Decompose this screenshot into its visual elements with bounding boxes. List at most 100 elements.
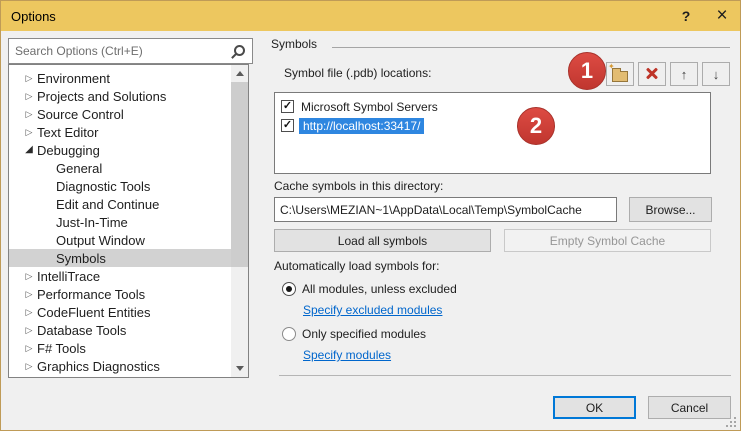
radio-unselected-icon: [282, 327, 296, 341]
search-input[interactable]: [9, 39, 252, 63]
annotation-badge-1: 1: [568, 52, 606, 90]
tree-item-f-tools[interactable]: ▷F# Tools: [9, 339, 231, 357]
symbol-location-label: Microsoft Symbol Servers: [301, 100, 438, 114]
ok-button[interactable]: OK: [553, 396, 636, 419]
scroll-up-button[interactable]: [231, 65, 248, 82]
tree-item-label: CodeFluent Entities: [37, 305, 150, 320]
close-button[interactable]: ×: [706, 1, 738, 31]
tree-item-general[interactable]: General: [9, 159, 231, 177]
load-all-symbols-button[interactable]: Load all symbols: [274, 229, 491, 252]
scrollbar-thumb[interactable]: [231, 82, 248, 267]
specify-modules-link[interactable]: Specify modules: [303, 348, 391, 362]
tree-item-text-editor[interactable]: ▷Text Editor: [9, 123, 231, 141]
tree-item-label: IntelliTrace: [37, 269, 100, 284]
tree-item-edit-and-continue[interactable]: Edit and Continue: [9, 195, 231, 213]
tree-item-output-window[interactable]: Output Window: [9, 231, 231, 249]
radio-only-specified-modules[interactable]: Only specified modules: [282, 327, 426, 341]
tree-item-label: F# Tools: [37, 341, 86, 356]
specify-excluded-modules-link[interactable]: Specify excluded modules: [303, 303, 442, 317]
checkbox-checked-icon[interactable]: ✓: [281, 119, 294, 132]
expand-expanded-icon[interactable]: ◢: [23, 141, 35, 159]
expand-collapsed-icon[interactable]: ▷: [23, 357, 35, 375]
scroll-down-button[interactable]: [231, 360, 248, 377]
tree-item-source-control[interactable]: ▷Source Control: [9, 105, 231, 123]
tree-item-environment[interactable]: ▷Environment: [9, 69, 231, 87]
tree-item-html-designer[interactable]: ▷HTML Designer: [9, 375, 231, 377]
close-icon: ×: [716, 5, 727, 27]
cache-directory-label: Cache symbols in this directory:: [274, 179, 443, 193]
window-title: Options: [11, 9, 56, 24]
tree-item-label: Output Window: [56, 233, 145, 248]
tree-item-label: Diagnostic Tools: [56, 179, 150, 194]
tree-item-graphics-diagnostics[interactable]: ▷Graphics Diagnostics: [9, 357, 231, 375]
browse-button[interactable]: Browse...: [629, 197, 712, 222]
expand-collapsed-icon[interactable]: ▷: [23, 285, 35, 303]
tree-item-label: Debugging: [37, 143, 100, 158]
new-folder-icon: [612, 71, 628, 82]
radio-only-specified-label: Only specified modules: [302, 327, 426, 341]
radio-all-modules[interactable]: All modules, unless excluded: [282, 282, 457, 296]
tree-scrollbar[interactable]: [231, 65, 248, 377]
cancel-button[interactable]: Cancel: [648, 396, 731, 419]
add-symbol-location-button[interactable]: [606, 62, 634, 86]
expand-collapsed-icon[interactable]: ▷: [23, 105, 35, 123]
expand-collapsed-icon[interactable]: ▷: [23, 339, 35, 357]
scroll-down-icon: [236, 366, 244, 371]
delete-icon: [645, 67, 659, 81]
tree-item-label: HTML Designer: [37, 377, 128, 378]
expand-collapsed-icon[interactable]: ▷: [23, 87, 35, 105]
down-arrow-icon: ↓: [713, 68, 720, 81]
symbol-location-row[interactable]: ✓ Microsoft Symbol Servers: [275, 97, 710, 116]
tree-item-just-in-time[interactable]: Just-In-Time: [9, 213, 231, 231]
options-dialog: Options ? × ▷Environment▷Projects and So…: [0, 0, 741, 431]
move-up-button[interactable]: ↑: [670, 62, 698, 86]
title-bar[interactable]: Options ? ×: [1, 1, 740, 31]
delete-symbol-location-button[interactable]: [638, 62, 666, 86]
move-down-button[interactable]: ↓: [702, 62, 730, 86]
tree-item-label: Graphics Diagnostics: [37, 359, 160, 374]
expand-collapsed-icon[interactable]: ▷: [23, 375, 35, 377]
bottom-separator: [279, 375, 731, 376]
symbol-locations-list: ✓ Microsoft Symbol Servers ✓http://localho…: [274, 92, 711, 174]
tree-item-label: Projects and Solutions: [37, 89, 166, 104]
tree-item-label: Environment: [37, 71, 110, 86]
symbol-location-row[interactable]: ✓http://localhost:33417/: [275, 116, 710, 135]
tree-item-performance-tools[interactable]: ▷Performance Tools: [9, 285, 231, 303]
help-button[interactable]: ?: [670, 1, 702, 31]
tree-item-symbols[interactable]: Symbols: [9, 249, 231, 267]
expand-collapsed-icon[interactable]: ▷: [23, 123, 35, 141]
empty-symbol-cache-button[interactable]: Empty Symbol Cache: [504, 229, 711, 252]
tree-item-label: Just-In-Time: [56, 215, 128, 230]
tree-item-label: Symbols: [56, 251, 106, 266]
tree-item-debugging[interactable]: ◢Debugging: [9, 141, 231, 159]
tree-item-projects-and-solutions[interactable]: ▷Projects and Solutions: [9, 87, 231, 105]
tree-item-label: Database Tools: [37, 323, 126, 338]
expand-collapsed-icon[interactable]: ▷: [23, 69, 35, 87]
tree-item-intellitrace[interactable]: ▷IntelliTrace: [9, 267, 231, 285]
tree-item-codefluent-entities[interactable]: ▷CodeFluent Entities: [9, 303, 231, 321]
tree-item-database-tools[interactable]: ▷Database Tools: [9, 321, 231, 339]
tree-item-label: Performance Tools: [37, 287, 145, 302]
tree-item-label: Source Control: [37, 107, 124, 122]
options-tree: ▷Environment▷Projects and Solutions▷Sour…: [9, 65, 231, 377]
symbols-group-title: Symbols: [271, 37, 317, 51]
options-tree-box: ▷Environment▷Projects and Solutions▷Sour…: [8, 64, 249, 378]
radio-selected-icon: [282, 282, 296, 296]
expand-collapsed-icon[interactable]: ▷: [23, 267, 35, 285]
tree-item-diagnostic-tools[interactable]: Diagnostic Tools: [9, 177, 231, 195]
cache-directory-input[interactable]: [274, 197, 617, 222]
group-rule: [332, 47, 730, 48]
expand-collapsed-icon[interactable]: ▷: [23, 321, 35, 339]
radio-all-modules-label: All modules, unless excluded: [302, 282, 457, 296]
search-icon[interactable]: [232, 45, 246, 59]
scroll-up-icon: [236, 71, 244, 76]
expand-collapsed-icon[interactable]: ▷: [23, 303, 35, 321]
tree-item-label: Edit and Continue: [56, 197, 159, 212]
help-icon: ?: [682, 8, 691, 24]
tree-item-label: General: [56, 161, 102, 176]
checkbox-checked-icon[interactable]: ✓: [281, 100, 294, 113]
annotation-badge-2: 2: [517, 107, 555, 145]
auto-load-label: Automatically load symbols for:: [274, 259, 439, 273]
resize-grip-icon[interactable]: [725, 416, 737, 428]
locations-label: Symbol file (.pdb) locations:: [284, 66, 431, 80]
